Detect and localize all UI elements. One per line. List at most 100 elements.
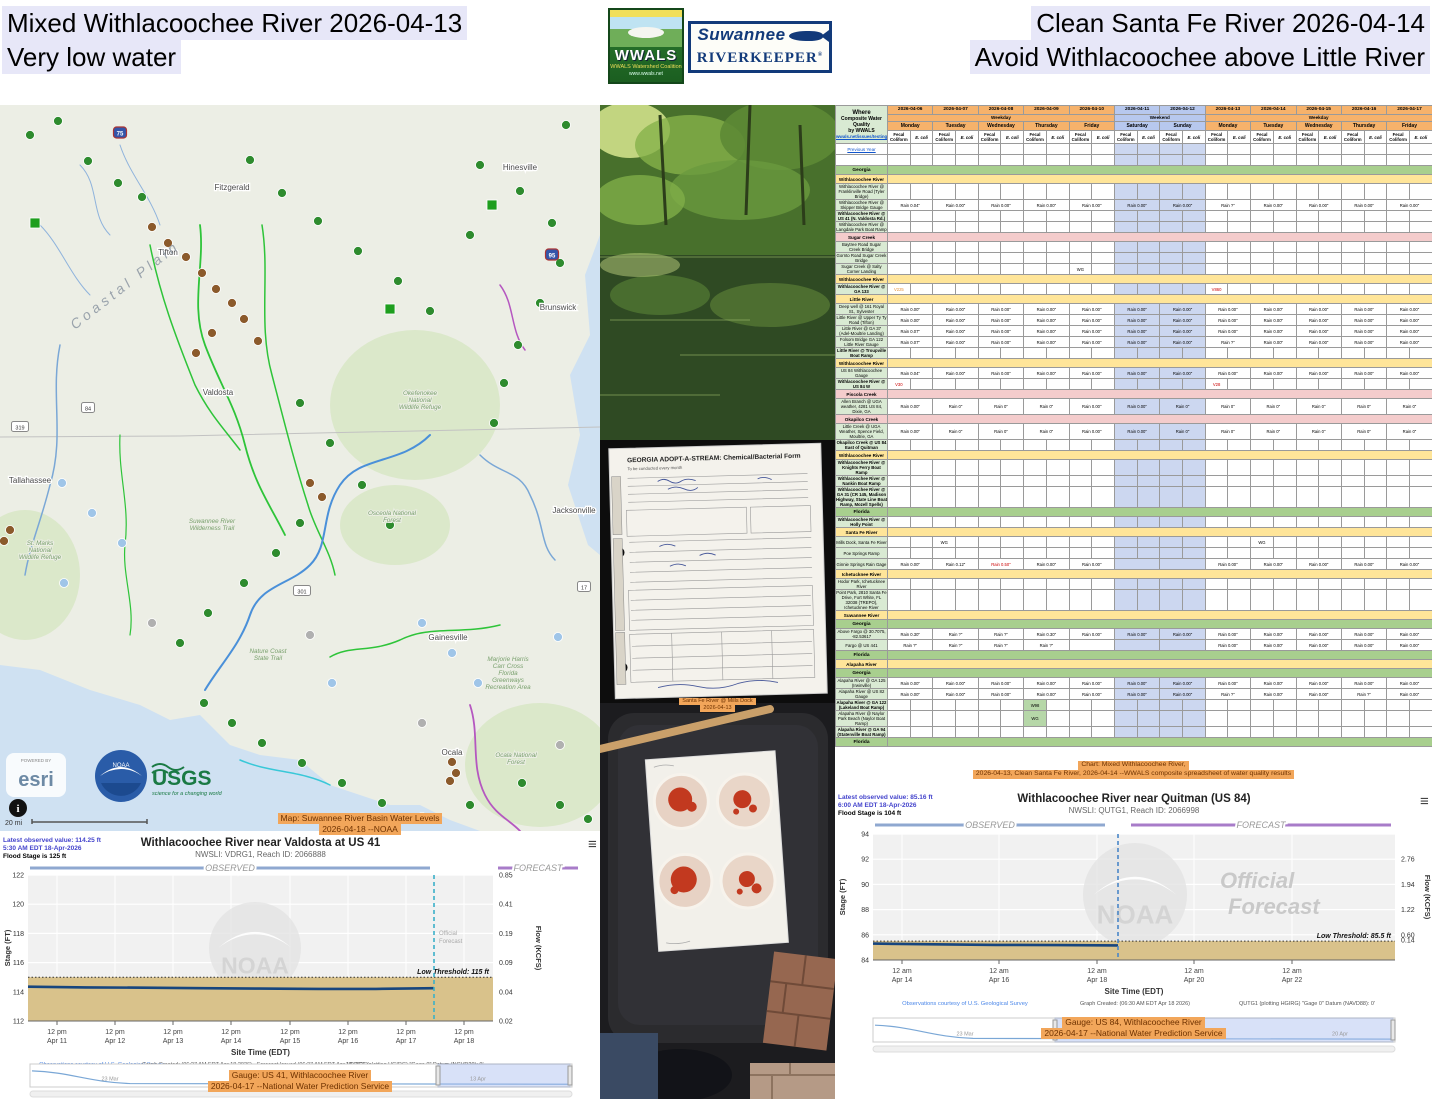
gauge-dot-brown[interactable] [306,479,315,488]
hydrograph-valdosta[interactable]: Latest observed value: 114.25 ft5:30 AM … [0,833,600,1099]
gauge-dot-gray[interactable] [418,719,427,728]
svg-text:esri: esri [18,769,54,791]
gauge-dot-brown[interactable] [228,299,237,308]
rain-cell: Rain 0" [1205,399,1250,415]
value-cell [1296,476,1319,487]
gauge-dot-blue[interactable] [418,619,427,628]
gauge-dot-gray[interactable] [148,619,157,628]
gauge-dot-green[interactable] [338,779,347,788]
value-cell [933,155,956,166]
gauge-dot-green[interactable] [514,341,523,350]
gauge-dot-green[interactable] [326,439,335,448]
gauge-dot-green[interactable] [466,801,475,810]
gauge-square[interactable] [487,200,497,210]
area-label: Nature Coast [249,648,286,655]
gauge-dot-blue[interactable] [60,579,69,588]
table-row: Santa Fe River [836,528,1432,537]
gauge-dot-green[interactable] [490,419,499,428]
gauge-dot-green[interactable] [426,307,435,316]
gauge-dot-green[interactable] [518,779,527,788]
map-info-button[interactable]: i [9,799,27,817]
site-label: Withlacoochee River @ Knights Ferry Boat… [836,460,888,476]
gauge-square[interactable] [385,304,395,314]
basin-water-levels-map[interactable]: 75958431930117HinesvilleFitzgeraldTifton… [0,105,600,831]
gauge-dot-green[interactable] [314,217,323,226]
chart-menu-icon[interactable]: ≡ [588,836,597,853]
gauge-dot-brown[interactable] [208,329,217,338]
rain-cell: Rain 0" [1160,424,1205,440]
svg-text:NWSLI: VDRG1, Reach ID: 206688: NWSLI: VDRG1, Reach ID: 2066888 [195,850,326,859]
value-cell [1114,711,1137,727]
gauge-dot-blue[interactable] [58,479,67,488]
gauge-dot-brown[interactable] [198,269,207,278]
rain-cell: Rain 0" [1296,399,1341,415]
value-cell [1251,476,1274,487]
value-cell [978,590,1001,611]
map-caption: Map: Suwannee River Basin Water Levels 2… [120,813,600,835]
gauge-dot-brown[interactable] [148,223,157,232]
gauge-dot-green[interactable] [500,379,509,388]
gauge-dot-brown[interactable] [254,337,263,346]
gauge-square[interactable] [30,218,40,228]
gauge-dot-brown[interactable] [182,253,191,262]
gauge-dot-blue[interactable] [554,633,563,642]
rain-cell: Rain 0.00" [1069,200,1114,211]
value-cell [978,222,1001,233]
gauge-dot-brown[interactable] [452,769,461,778]
gauge-dot-green[interactable] [258,739,267,748]
gauge-dot-green[interactable] [176,639,185,648]
value-cell [1205,487,1228,508]
gauge-dot-green[interactable] [556,801,565,810]
gauge-dot-green[interactable] [548,219,557,228]
wwals-testing-link[interactable]: wwals.net/issues/testing/ [836,134,888,139]
chart-menu-icon[interactable]: ≡ [1420,793,1429,810]
gauge-dot-green[interactable] [296,399,305,408]
gauge-dot-green[interactable] [394,277,403,286]
gauge-dot-green[interactable] [476,161,485,170]
water-quality-spreadsheet[interactable]: WhereComposite Water Qualityby WWALSwwal… [835,105,1432,761]
map-canvas[interactable]: 75958431930117HinesvilleFitzgeraldTifton… [0,105,600,831]
gauge-dot-gray[interactable] [556,741,565,750]
gauge-dot-green[interactable] [240,579,249,588]
value-cell [1251,487,1274,508]
gauge-dot-green[interactable] [84,157,93,166]
gauge-dot-green[interactable] [562,121,571,130]
gauge-dot-brown[interactable] [212,285,221,294]
gauge-dot-brown[interactable] [0,537,9,546]
gauge-dot-green[interactable] [298,759,307,768]
gauge-dot-brown[interactable] [240,315,249,324]
gauge-dot-green[interactable] [114,179,123,188]
gauge-dot-brown[interactable] [448,758,457,767]
gauge-dot-green[interactable] [228,719,237,728]
gauge-dot-green[interactable] [516,187,525,196]
gauge-dot-green[interactable] [354,247,363,256]
gauge-dot-green[interactable] [272,549,281,558]
gauge-dot-blue[interactable] [474,679,483,688]
gauge-dot-brown[interactable] [6,526,15,535]
gauge-dot-green[interactable] [358,481,367,490]
gauge-dot-blue[interactable] [448,649,457,658]
gauge-dot-green[interactable] [204,609,213,618]
gauge-dot-blue[interactable] [118,539,127,548]
gauge-dot-blue[interactable] [328,679,337,688]
map-caption-line1: Map: Suwannee River Basin Water Levels [278,813,443,824]
gauge-dot-green[interactable] [296,519,305,528]
gauge-dot-green[interactable] [138,193,147,202]
gauge-dot-brown[interactable] [446,777,455,786]
gauge-dot-green[interactable] [26,131,35,140]
gauge-dot-green[interactable] [200,699,209,708]
gauge-dot-brown[interactable] [192,349,201,358]
chart-scrollbar[interactable] [873,1046,1395,1052]
gauge-dot-green[interactable] [54,117,63,126]
photo-caption: Santa Fe River @ Mills Dock 2026-04-13 [600,698,835,712]
gauge-dot-green[interactable] [466,231,475,240]
gauge-dot-green[interactable] [278,189,287,198]
gauge-dot-brown[interactable] [318,493,327,502]
value-cell [1387,476,1410,487]
gauge-dot-gray[interactable] [306,631,315,640]
gauge-dot-blue[interactable] [88,509,97,518]
gauge-dot-green[interactable] [378,799,387,808]
value-cell [1024,548,1047,559]
site-label[interactable]: Previous Year [836,144,888,155]
gauge-dot-green[interactable] [246,156,255,165]
